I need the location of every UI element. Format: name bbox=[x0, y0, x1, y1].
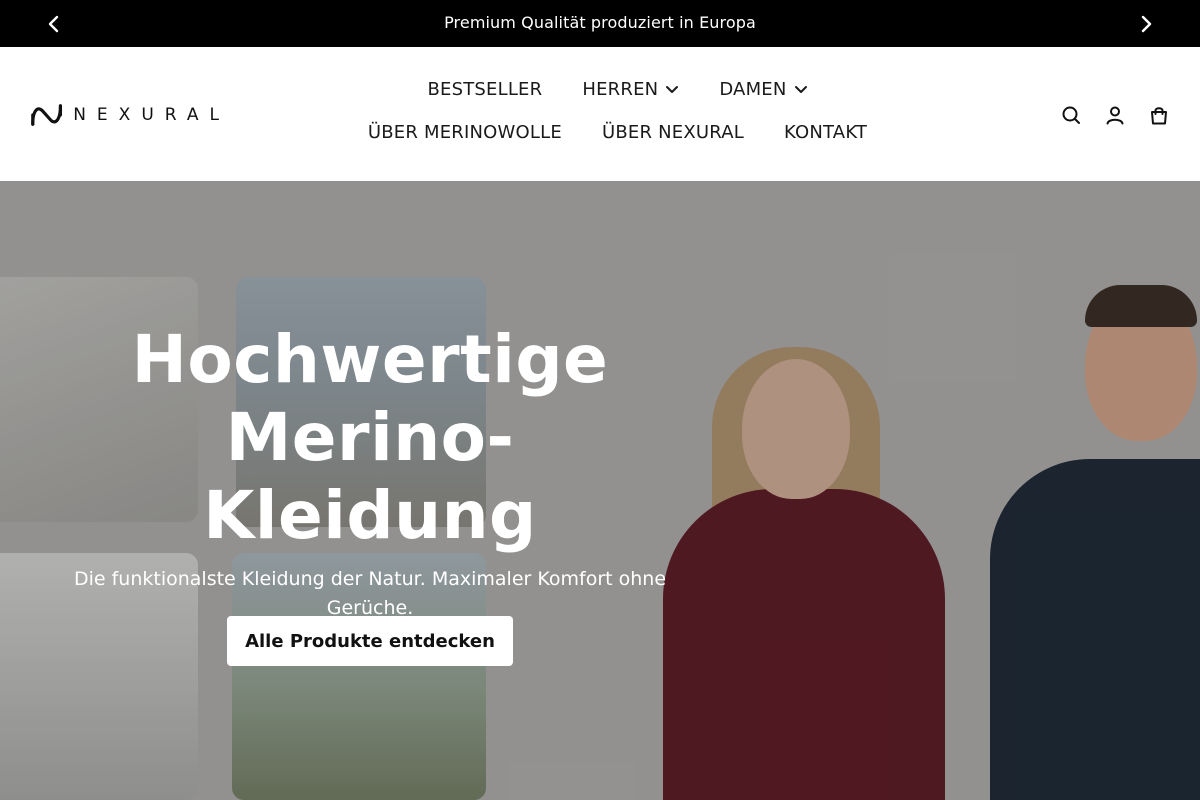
header-icons bbox=[1060, 104, 1170, 126]
nav-item-label: ÜBER NEXURAL bbox=[601, 121, 744, 143]
announcement-text: Premium Qualität produziert in Europa bbox=[444, 13, 756, 32]
cart-icon[interactable] bbox=[1148, 104, 1170, 126]
chevron-down-icon bbox=[666, 85, 679, 93]
nav-item-label: DAMEN bbox=[719, 78, 787, 100]
account-icon[interactable] bbox=[1104, 104, 1126, 126]
hero-title: Hochwertige Merino-Kleidung bbox=[131, 321, 609, 554]
site-header: NEXURAL BESTSELLER HERREN DAMEN ÜBER MER… bbox=[0, 47, 1200, 181]
nav-item-label: KONTAKT bbox=[783, 121, 868, 143]
logo[interactable]: NEXURAL bbox=[30, 100, 230, 130]
hero-content: Hochwertige Merino-Kleidung Die funktion… bbox=[70, 321, 670, 623]
nav-item-label: BESTSELLER bbox=[427, 78, 543, 100]
logo-text: NEXURAL bbox=[73, 105, 230, 125]
chevron-right-icon[interactable] bbox=[1136, 13, 1156, 35]
announcement-bar: Premium Qualität produziert in Europa bbox=[0, 0, 1200, 47]
hero-section: Hochwertige Merino-Kleidung Die funktion… bbox=[0, 181, 1200, 800]
nav-item-damen[interactable]: DAMEN bbox=[699, 77, 827, 101]
main-nav: BESTSELLER HERREN DAMEN ÜBER MERINOWOLLE… bbox=[300, 77, 935, 144]
nav-item-herren[interactable]: HERREN bbox=[562, 77, 699, 101]
nav-item-ueber-merinowolle[interactable]: ÜBER MERINOWOLLE bbox=[348, 120, 582, 144]
search-icon[interactable] bbox=[1060, 104, 1082, 126]
hero-subtitle: Die funktionalste Kleidung der Natur. Ma… bbox=[73, 568, 667, 619]
nav-item-ueber-nexural[interactable]: ÜBER NEXURAL bbox=[582, 120, 764, 144]
logo-mark-icon bbox=[31, 104, 63, 126]
nav-item-label: HERREN bbox=[582, 78, 659, 100]
nav-item-bestseller[interactable]: BESTSELLER bbox=[407, 77, 562, 101]
nav-item-label: ÜBER MERINOWOLLE bbox=[367, 121, 562, 143]
shop-all-button[interactable]: Alle Produkte entdecken bbox=[227, 616, 513, 666]
chevron-down-icon bbox=[794, 85, 807, 93]
nav-item-kontakt[interactable]: KONTAKT bbox=[764, 120, 887, 144]
